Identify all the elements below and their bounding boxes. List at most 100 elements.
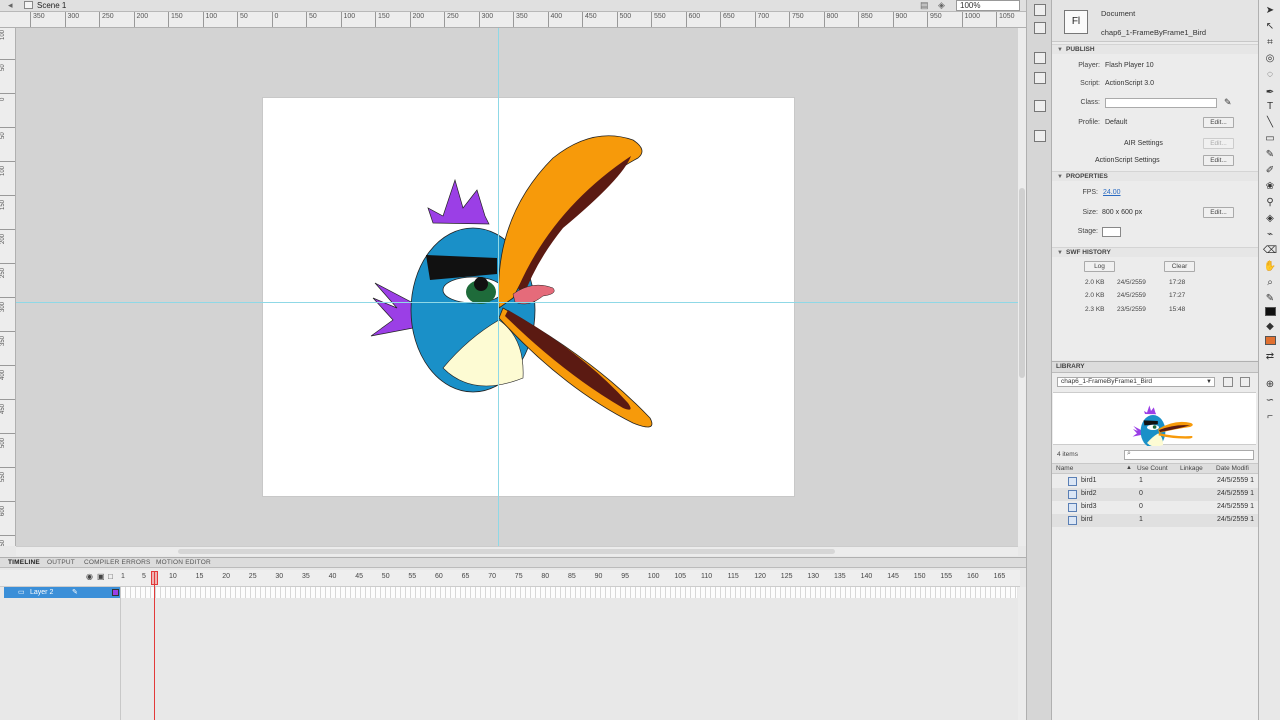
tab-output[interactable]: OUTPUT bbox=[47, 559, 75, 566]
library-item[interactable]: bird 1 24/5/2559 1 bbox=[1052, 514, 1258, 527]
layer-row[interactable]: ▭ Layer 2 ✎ bbox=[0, 587, 1020, 598]
ruler-tick-label: 750 bbox=[789, 12, 804, 27]
pen-tool-icon[interactable]: ✒ bbox=[1263, 86, 1277, 100]
stage-color-swatch[interactable] bbox=[1102, 227, 1121, 237]
log-button[interactable]: Log bbox=[1084, 261, 1115, 272]
edit-scene-icon[interactable]: ▤ bbox=[920, 0, 931, 11]
library-search-input[interactable]: ⌕ bbox=[1124, 450, 1254, 460]
text-tool-icon[interactable]: T bbox=[1263, 100, 1277, 114]
pencil-icon[interactable]: ✎ bbox=[1224, 97, 1232, 108]
zoom-tool-icon[interactable]: ⌕ bbox=[1263, 276, 1277, 290]
tab-timeline[interactable]: TIMELINE bbox=[8, 559, 40, 566]
eyedropper-tool-icon[interactable]: ⌁ bbox=[1263, 228, 1277, 242]
new-library-icon[interactable] bbox=[1240, 377, 1250, 387]
pencil-tool-icon[interactable]: ✎ bbox=[1263, 148, 1277, 162]
swatches-icon[interactable] bbox=[1034, 52, 1046, 64]
eraser-tool-icon[interactable]: ⌫ bbox=[1263, 244, 1277, 258]
swap-colors-icon[interactable]: ⇄ bbox=[1263, 350, 1277, 364]
frame-number: 65 bbox=[461, 573, 470, 580]
edit-symbols-icon[interactable]: ◈ bbox=[938, 0, 949, 11]
size-edit-button[interactable]: Edit... bbox=[1203, 207, 1234, 218]
swf-history-section-header[interactable]: ▼ SWF HISTORY bbox=[1052, 247, 1258, 257]
deco-tool-icon[interactable]: ❀ bbox=[1263, 180, 1277, 194]
stage[interactable] bbox=[262, 97, 795, 497]
item-date: 24/5/2559 1 bbox=[1217, 516, 1254, 523]
lock-icon[interactable]: ▣ bbox=[97, 572, 105, 581]
clear-button[interactable]: Clear bbox=[1164, 261, 1195, 272]
pin-icon[interactable] bbox=[1223, 377, 1233, 387]
sort-asc-icon[interactable]: ▲ bbox=[1126, 465, 1132, 471]
color-icon[interactable] bbox=[1034, 22, 1046, 34]
transform-icon[interactable] bbox=[1034, 100, 1046, 112]
align-icon[interactable] bbox=[1034, 4, 1046, 16]
playhead[interactable] bbox=[154, 571, 155, 720]
bird-thumbnail bbox=[1132, 405, 1193, 448]
ruler-tick-label: 50 bbox=[0, 64, 15, 94]
frame-number: 145 bbox=[887, 573, 899, 580]
ruler-tick-label: 50 bbox=[0, 132, 15, 162]
brush-tool-icon[interactable]: ✐ bbox=[1263, 164, 1277, 178]
bone-tool-icon[interactable]: ⚲ bbox=[1263, 196, 1277, 210]
stage-vertical-scrollbar[interactable] bbox=[1018, 28, 1026, 546]
timeline-scrollbar[interactable] bbox=[1018, 587, 1026, 720]
horizontal-guide[interactable] bbox=[16, 302, 1018, 303]
layer-color-swatch[interactable] bbox=[112, 589, 119, 596]
vertical-guide[interactable] bbox=[498, 28, 499, 546]
frames-strip[interactable] bbox=[121, 587, 1017, 598]
pasteboard[interactable] bbox=[16, 28, 1018, 546]
free-transform-tool-icon[interactable]: ⌗ bbox=[1263, 36, 1277, 50]
publish-section-header[interactable]: ▼ PUBLISH bbox=[1052, 44, 1258, 54]
stroke-color-icon[interactable]: ✎ bbox=[1263, 292, 1277, 306]
subselection-tool-icon[interactable]: ↖ bbox=[1263, 20, 1277, 34]
actionscript-edit-button[interactable]: Edit... bbox=[1203, 155, 1234, 166]
library-item[interactable]: bird3 0 24/5/2559 1 bbox=[1052, 501, 1258, 514]
bird-artwork[interactable] bbox=[263, 98, 796, 498]
lasso-tool-icon[interactable]: ◌ bbox=[1263, 68, 1277, 82]
library-document-select[interactable]: chap6_1-FrameByFrame1_Bird ▼ bbox=[1057, 377, 1215, 387]
ruler-tick-label: 100 bbox=[0, 166, 15, 196]
fill-color-swatch[interactable] bbox=[1265, 336, 1276, 345]
properties-section-header[interactable]: ▼ PROPERTIES bbox=[1052, 171, 1258, 181]
fill-color-icon[interactable]: ◆ bbox=[1263, 320, 1277, 334]
profile-value: Default bbox=[1105, 119, 1128, 126]
info-icon[interactable] bbox=[1034, 72, 1046, 84]
stroke-color-swatch[interactable] bbox=[1265, 307, 1276, 316]
air-edit-button[interactable]: Edit... bbox=[1203, 138, 1234, 149]
snap-to-objects-icon[interactable]: ⊕ bbox=[1263, 378, 1277, 392]
class-input[interactable] bbox=[1105, 98, 1217, 108]
selection-tool-icon[interactable]: ➤ bbox=[1263, 4, 1277, 18]
fps-label: FPS: bbox=[1082, 189, 1098, 196]
scene-label[interactable]: Scene 1 bbox=[37, 1, 66, 10]
stage-horizontal-scrollbar[interactable] bbox=[16, 546, 1018, 556]
panel-tabs: TIMELINE OUTPUT COMPILER ERRORS MOTION E… bbox=[0, 558, 1026, 568]
straighten-icon[interactable]: ⌐ bbox=[1263, 410, 1277, 424]
scroll-thumb[interactable] bbox=[1019, 188, 1025, 378]
fps-value[interactable]: 24.00 bbox=[1103, 189, 1121, 196]
tab-compiler-errors[interactable]: COMPILER ERRORS bbox=[84, 559, 151, 566]
line-tool-icon[interactable]: ╲ bbox=[1263, 116, 1277, 130]
layer-name-cell[interactable]: ▭ Layer 2 ✎ bbox=[4, 587, 120, 598]
components-icon[interactable] bbox=[1034, 130, 1046, 142]
eye-icon[interactable]: ◉ bbox=[86, 572, 93, 581]
timeline-divider[interactable] bbox=[120, 587, 121, 720]
zoom-select[interactable]: 100% bbox=[956, 0, 1020, 11]
col-use-count[interactable]: Use Count bbox=[1137, 465, 1168, 472]
col-name[interactable]: Name bbox=[1056, 465, 1073, 472]
rectangle-tool-icon[interactable]: ▭ bbox=[1263, 132, 1277, 146]
outline-icon[interactable]: □ bbox=[108, 572, 113, 581]
smooth-icon[interactable]: ∽ bbox=[1263, 394, 1277, 408]
scroll-thumb[interactable] bbox=[178, 549, 835, 554]
col-linkage[interactable]: Linkage bbox=[1180, 465, 1203, 472]
layer-name[interactable]: Layer 2 bbox=[30, 587, 53, 598]
col-date-modified[interactable]: Date Modifi bbox=[1216, 465, 1249, 472]
back-arrow-icon[interactable]: ◂ bbox=[8, 0, 13, 11]
hand-tool-icon[interactable]: ✋ bbox=[1263, 260, 1277, 274]
ruler-tick-label: 50 bbox=[306, 12, 317, 27]
library-item[interactable]: bird2 0 24/5/2559 1 bbox=[1052, 488, 1258, 501]
library-document-name: chap6_1-FrameByFrame1_Bird bbox=[1061, 378, 1153, 385]
paint-bucket-tool-icon[interactable]: ◈ bbox=[1263, 212, 1277, 226]
3d-rotation-tool-icon[interactable]: ◎ bbox=[1263, 52, 1277, 66]
tab-motion-editor[interactable]: MOTION EDITOR bbox=[156, 559, 211, 566]
profile-edit-button[interactable]: Edit... bbox=[1203, 117, 1234, 128]
library-item[interactable]: bird1 1 24/5/2559 1 bbox=[1052, 475, 1258, 488]
